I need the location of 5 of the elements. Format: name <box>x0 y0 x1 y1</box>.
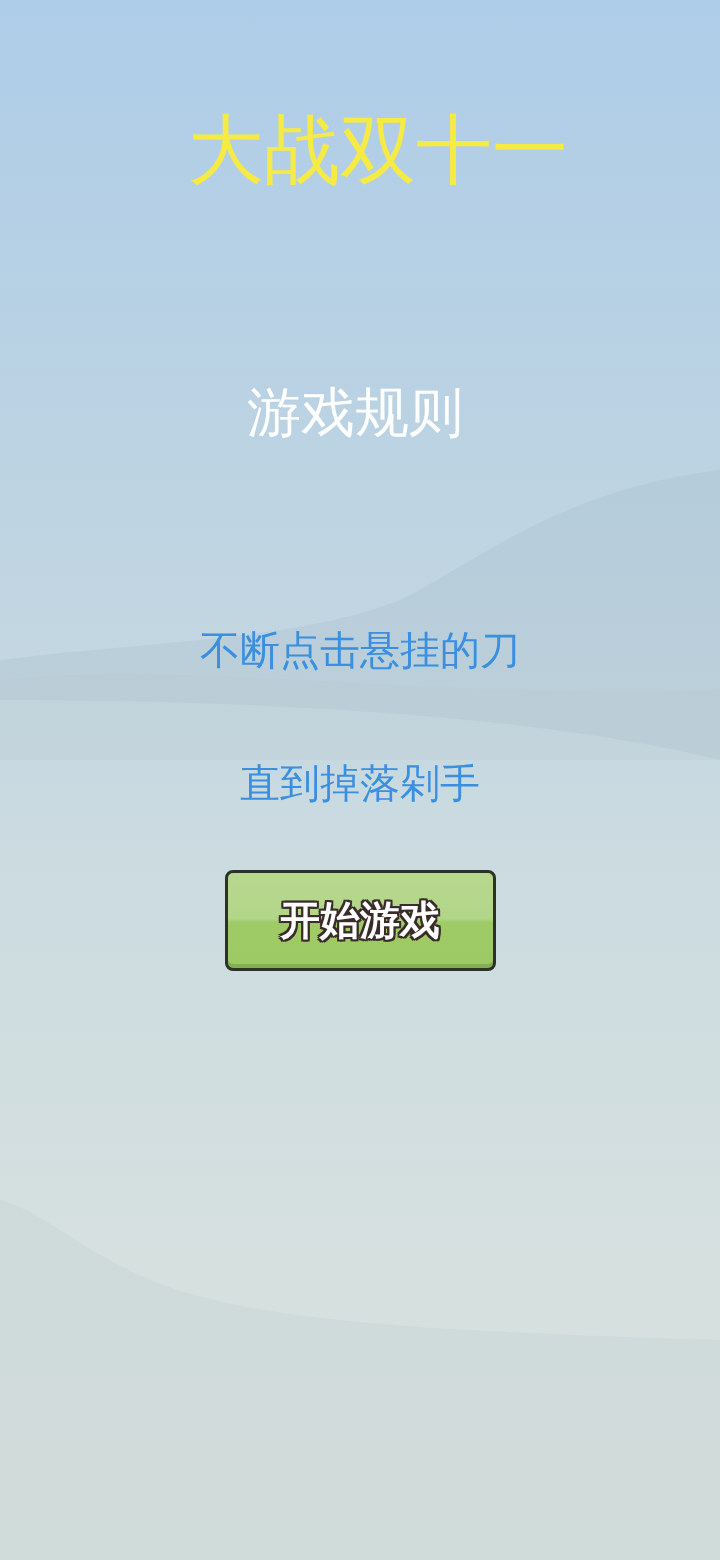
start-game-button[interactable]: 开始游戏 <box>224 870 496 971</box>
rule-text: 不断点击悬挂的刀 <box>200 626 520 674</box>
rule-text: 直到掉落剁手 <box>240 759 480 807</box>
game-title: 大战双十一 <box>188 104 568 196</box>
rules-heading: 游戏规则 <box>247 381 463 446</box>
